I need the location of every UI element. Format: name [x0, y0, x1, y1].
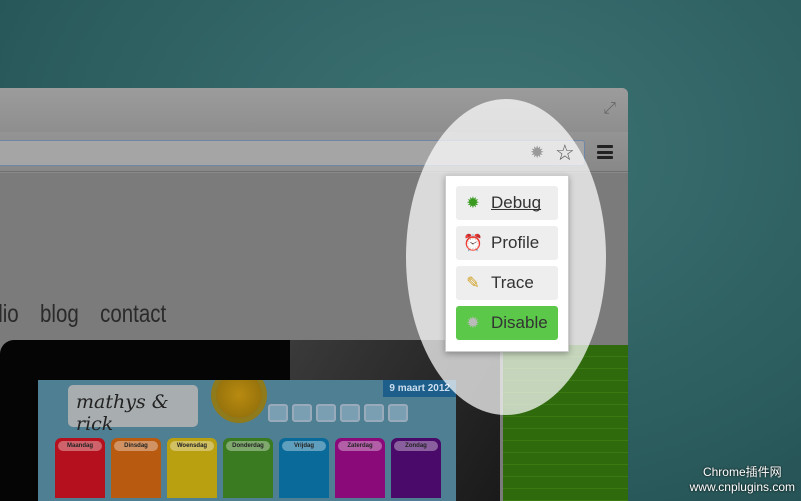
day-column: Woensdag	[167, 438, 217, 498]
sun-icon	[216, 380, 262, 418]
day-label: Woensdag	[170, 441, 214, 451]
nav-contact[interactable]: contact	[100, 300, 166, 329]
day-label: Vrijdag	[282, 441, 326, 451]
app-logo: mathys & rick	[68, 385, 198, 435]
day-columns: Maandag Dinsdag Woensdag Donderdag Vrijdag Za…	[55, 438, 441, 498]
app-screenshot: mathys & rick 9 maart 2012 Maandag Dinsda…	[38, 380, 456, 501]
day-column: Vrijdag	[279, 438, 329, 498]
alarm-clock-icon: ⏰	[463, 235, 483, 252]
day-label: Maandag	[58, 441, 102, 451]
site-nav: tfolio blog contact	[0, 300, 166, 329]
bug-icon: ✹	[466, 195, 480, 212]
day-label: Zondag	[394, 441, 438, 451]
menu-item-debug[interactable]: ✹ Debug	[456, 186, 558, 220]
bug-icon[interactable]: ✹	[530, 143, 544, 163]
star-icon[interactable]: ☆	[555, 140, 575, 166]
menu-item-profile[interactable]: ⏰ Profile	[456, 226, 558, 260]
day-column: Dinsdag	[111, 438, 161, 498]
expand-icon[interactable]: ⤢	[603, 100, 616, 118]
extension-popup: ✹ Debug ⏰ Profile ✎ Trace ✹ Disable	[445, 175, 569, 352]
gray-bug-icon: ✹	[466, 315, 480, 332]
watermark: Chrome插件网 www.cnplugins.com	[689, 465, 795, 494]
day-column: Maandag	[55, 438, 105, 498]
nav-portfolio[interactable]: tfolio	[0, 300, 19, 329]
day-column: Zaterdag	[335, 438, 385, 498]
menu-item-disable[interactable]: ✹ Disable	[456, 306, 558, 340]
weather-icons	[268, 404, 408, 422]
day-label: Donderdag	[226, 441, 270, 451]
hamburger-icon[interactable]	[597, 145, 613, 159]
day-label: Dinsdag	[114, 441, 158, 451]
nav-blog[interactable]: blog	[40, 300, 79, 329]
day-label: Zaterdag	[338, 441, 382, 451]
day-column: Donderdag	[223, 438, 273, 498]
tablet-image: mathys & rick 9 maart 2012 Maandag Dinsda…	[0, 340, 500, 501]
day-column: Zondag	[391, 438, 441, 498]
menu-item-trace[interactable]: ✎ Trace	[456, 266, 558, 300]
notepad-pencil-icon: ✎	[466, 275, 480, 292]
